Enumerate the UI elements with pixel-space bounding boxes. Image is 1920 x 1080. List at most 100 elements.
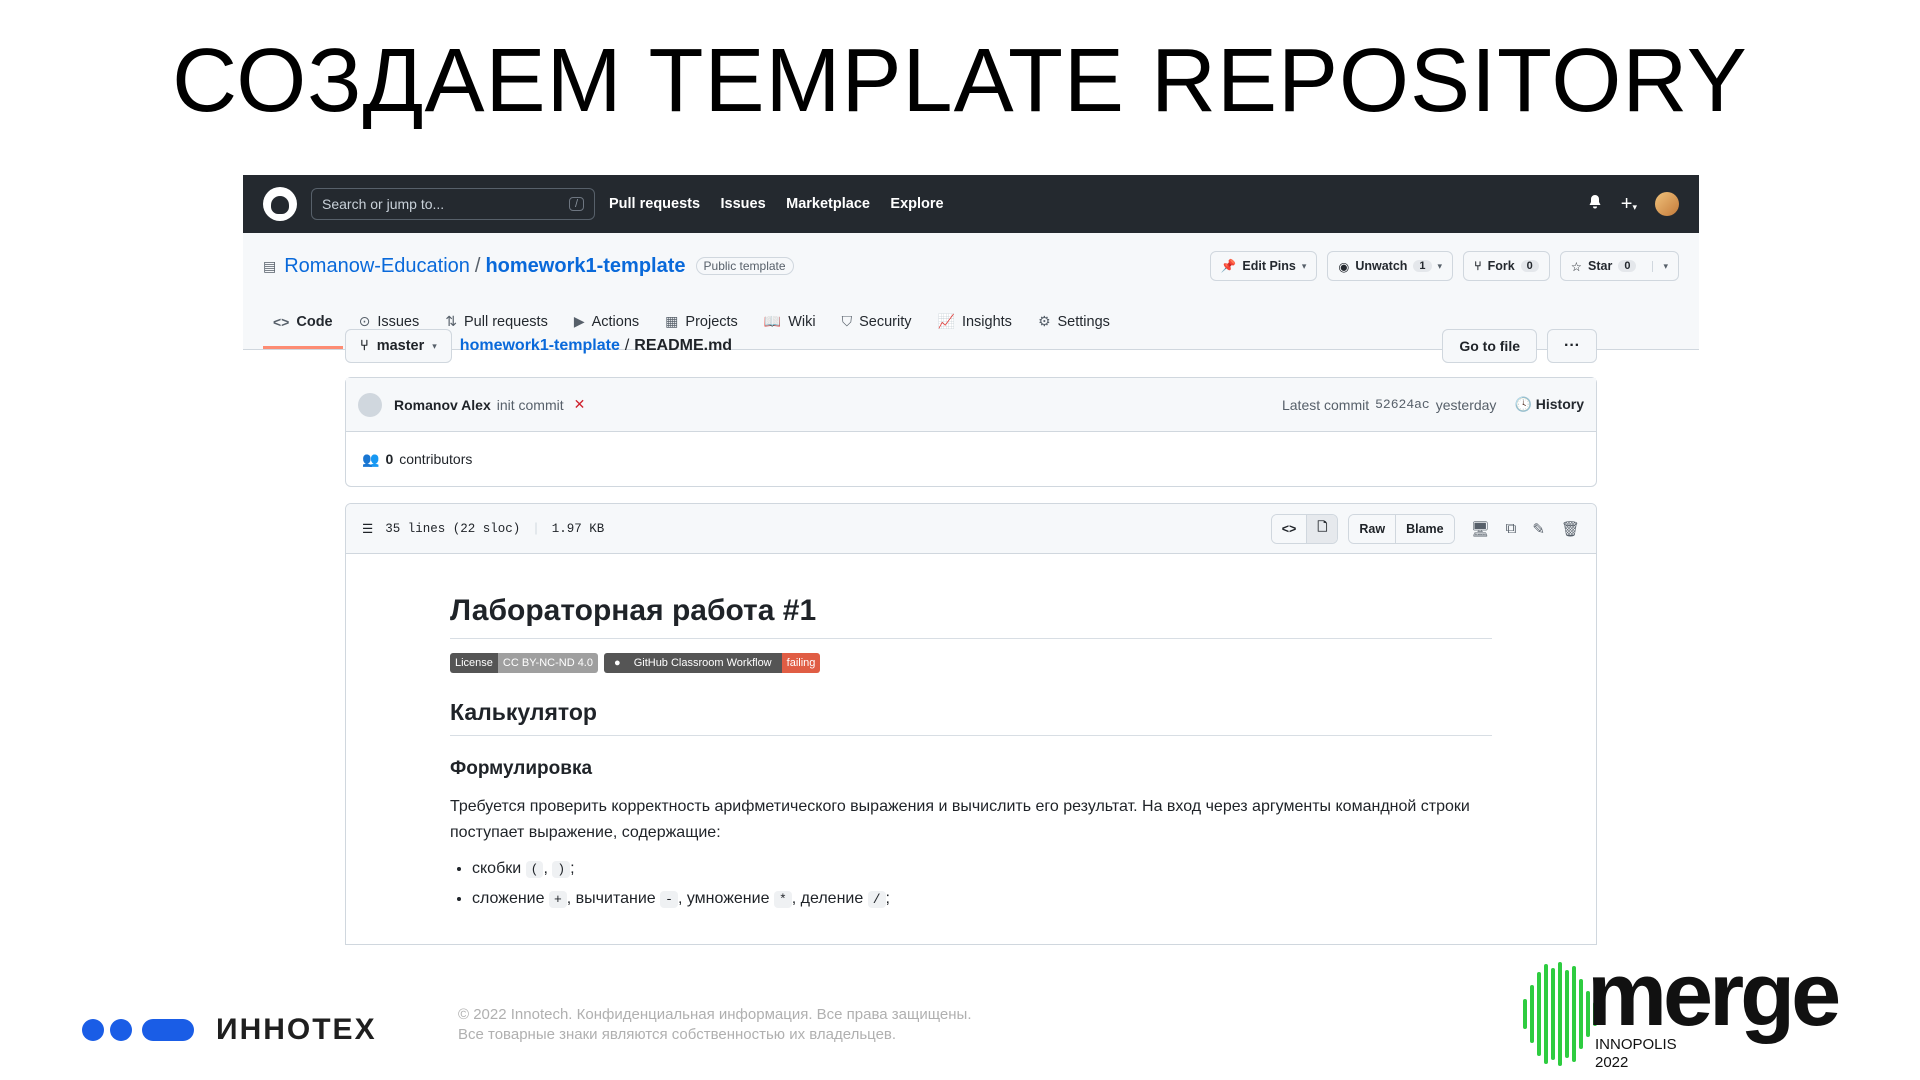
badge-value: failing	[781, 653, 821, 673]
commit-time: yesterday	[1435, 396, 1497, 413]
nav-pull-requests[interactable]: Pull requests	[609, 196, 700, 212]
badge-label: GitHub Classroom Workflow	[633, 657, 772, 669]
fork-button[interactable]: ⑂ Fork 0	[1463, 251, 1550, 281]
clock-icon: 🕓	[1514, 396, 1532, 412]
file-viewer: ☰ 35 lines (22 sloc) | 1.97 KB <> 🗋 Raw …	[345, 503, 1597, 945]
repo-name-link[interactable]: homework1-template	[485, 255, 685, 278]
global-nav: Pull requests Issues Marketplace Explore	[609, 195, 960, 213]
commit-meta: Latest commit 52624ac yesterday 🕓 Histor…	[1282, 396, 1584, 413]
unwatch-button[interactable]: ◉ Unwatch 1 ▾	[1327, 251, 1454, 281]
slide-title: СОЗДАЕМ TEMPLATE REPOSITORY	[172, 31, 1748, 131]
file-content-area: ⑂ master ▾ homework1-template / README.m…	[345, 321, 1597, 945]
star-counter: 0	[1618, 260, 1637, 272]
raw-button[interactable]: Raw	[1349, 514, 1396, 543]
badges-row: License CC BY-NC-ND 4.0 ● GitHub Classro…	[450, 653, 1492, 673]
copyright-line: © 2022 Innotech. Конфиденциальная информ…	[458, 1006, 972, 1023]
merge-city: INNOPOLIS	[1595, 1036, 1677, 1053]
avatar[interactable]	[1655, 192, 1679, 216]
nav-marketplace[interactable]: Marketplace	[786, 196, 870, 212]
code-icon: <>	[273, 314, 290, 330]
wave-icon	[1523, 962, 1597, 1066]
list-item: сложение +, вычитание -, умножение *, де…	[472, 884, 1492, 914]
breadcrumb-file: README.md	[634, 337, 733, 354]
nav-explore[interactable]: Explore	[890, 196, 943, 212]
copyright-text: © 2022 Innotech. Конфиденциальная информ…	[458, 1005, 972, 1045]
fork-counter: 0	[1520, 260, 1539, 272]
list-item: скобки (, );	[472, 854, 1492, 884]
search-input[interactable]: Search or jump to... /	[311, 188, 595, 220]
divider: |	[532, 521, 540, 536]
workflow-badge[interactable]: ● GitHub Classroom Workflow failing	[603, 653, 821, 673]
inline-code: )	[552, 861, 571, 878]
fork-icon: ⑂	[1474, 259, 1482, 273]
license-badge[interactable]: License CC BY-NC-ND 4.0	[450, 653, 598, 673]
fork-label: Fork	[1487, 259, 1515, 273]
workflow-label: ● GitHub Classroom Workflow	[603, 653, 782, 673]
chevron-down-icon: ▾	[1437, 260, 1443, 271]
chevron-down-icon: ▾	[1301, 260, 1307, 271]
file-view-button[interactable]: 🗋	[1306, 514, 1338, 543]
branch-icon: ⑂	[360, 338, 369, 354]
section-heading: Калькулятор	[450, 699, 1492, 736]
copy-icon[interactable]: ⧉	[1506, 520, 1517, 537]
branch-selector[interactable]: ⑂ master ▾	[345, 329, 452, 363]
github-logo-icon[interactable]	[263, 187, 297, 221]
list-icon[interactable]: ☰	[362, 521, 373, 537]
repo-template-icon: ▤	[263, 257, 277, 274]
go-to-file-button[interactable]: Go to file	[1442, 329, 1537, 363]
breadcrumb-repo-link[interactable]: homework1-template	[460, 337, 620, 355]
nav-issues[interactable]: Issues	[721, 196, 766, 212]
contributors-count: 0	[385, 451, 394, 467]
watch-counter: 1	[1413, 260, 1432, 272]
innotech-logo: ИННОТЕХ	[82, 1013, 377, 1047]
brand-name: ИННОТЕХ	[216, 1013, 377, 1046]
avatar[interactable]	[358, 392, 382, 417]
commit-author[interactable]: Romanov Alex	[394, 397, 491, 413]
history-link[interactable]: 🕓 History	[1514, 396, 1584, 413]
contributors-label: contributors	[399, 451, 473, 467]
code-view-button[interactable]: <>	[1271, 514, 1307, 543]
latest-commit-row: Romanov Alex init commit ✕ Latest commit…	[346, 378, 1596, 432]
pencil-icon[interactable]: ✎	[1532, 520, 1545, 538]
tab-label: Code	[296, 314, 333, 330]
visibility-badge: Public template	[695, 257, 794, 275]
commit-box: Romanov Alex init commit ✕ Latest commit…	[345, 377, 1597, 487]
chevron-down-icon: ▾	[432, 340, 437, 351]
desktop-icon[interactable]: 🖥	[1471, 520, 1490, 538]
badge-value: CC BY-NC-ND 4.0	[497, 653, 598, 673]
badge-label: License	[450, 653, 498, 673]
tab-code[interactable]: <> Code	[263, 314, 343, 349]
list-text: сложение	[472, 890, 545, 907]
commit-message[interactable]: init commit	[497, 397, 564, 413]
repo-owner-link[interactable]: Romanow-Education	[284, 255, 470, 278]
chevron-down-icon[interactable]: ▾	[1652, 260, 1668, 272]
logo-pill	[142, 1019, 194, 1041]
commit-sha[interactable]: 52624ac	[1375, 397, 1430, 412]
readme-list: скобки (, ); сложение +, вычитание -, ум…	[450, 854, 1492, 914]
status-failed-icon[interactable]: ✕	[574, 396, 586, 413]
merge-wordmark: merge	[1587, 945, 1841, 1045]
trash-icon[interactable]: 🗑	[1561, 520, 1580, 538]
merge-year: 2022	[1595, 1054, 1629, 1071]
file-navigation: ⑂ master ▾ homework1-template / README.m…	[345, 329, 1597, 363]
star-button[interactable]: ☆ Star 0 ▾	[1559, 251, 1679, 281]
repo-separator: /	[474, 254, 481, 277]
eye-icon: ◉	[1338, 259, 1350, 274]
edit-pins-button[interactable]: 📌 Edit Pins ▾	[1209, 251, 1318, 281]
pin-icon: 📌	[1220, 258, 1237, 273]
edit-pins-label: Edit Pins	[1242, 259, 1296, 273]
repo-title-row: ▤ Romanow-Education / homework1-template…	[263, 233, 1679, 299]
list-text: скобки	[472, 860, 522, 877]
history-label: History	[1535, 396, 1584, 412]
list-text: вычитание	[575, 890, 656, 907]
more-options-button[interactable]: ···	[1547, 329, 1597, 363]
latest-commit-label: Latest commit	[1281, 396, 1370, 413]
file-header: ☰ 35 lines (22 sloc) | 1.97 KB <> 🗋 Raw …	[346, 504, 1596, 554]
slash-shortcut: /	[568, 197, 584, 211]
blame-button[interactable]: Blame	[1395, 514, 1454, 543]
bell-icon[interactable]	[1587, 194, 1603, 215]
plus-icon[interactable]: +▾	[1621, 193, 1637, 216]
logo-dot	[110, 1019, 132, 1041]
subsection-heading: Формулировка	[450, 758, 593, 779]
star-icon: ☆	[1570, 259, 1583, 274]
